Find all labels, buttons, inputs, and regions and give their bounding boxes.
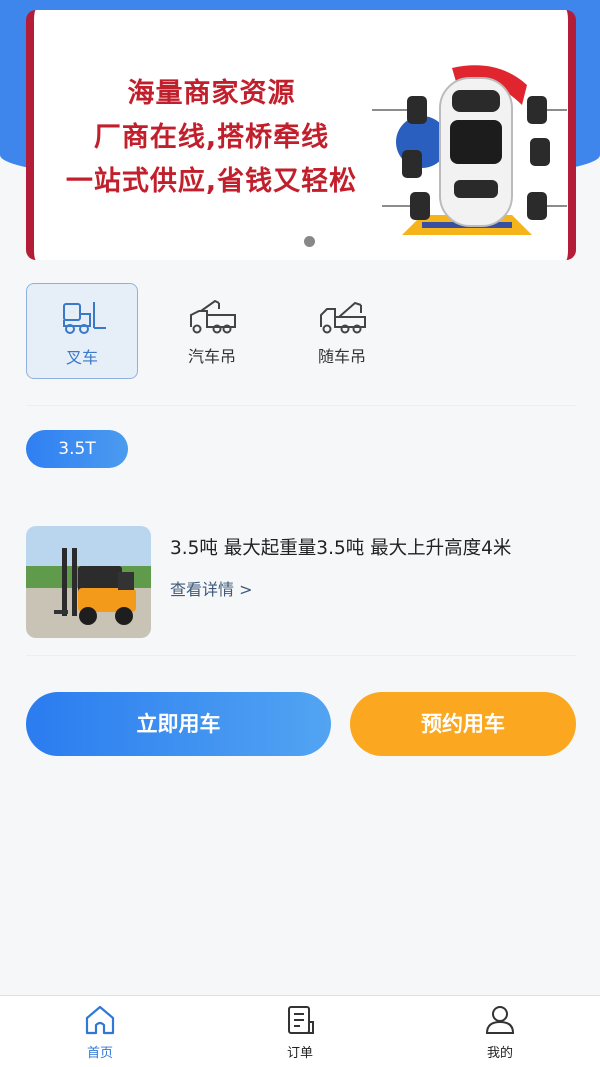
banner-text: 海量商家资源 厂商在线,搭桥牵线 一站式供应,省钱又轻松	[44, 72, 379, 204]
category-tabs: 叉车 汽车吊 随车吊	[26, 283, 576, 381]
use-now-button[interactable]: 立即用车	[26, 692, 331, 756]
banner-line-1: 海量商家资源	[127, 78, 296, 109]
home-icon	[85, 1005, 115, 1035]
forklift-photo	[26, 526, 151, 638]
profile-icon	[485, 1006, 515, 1034]
book-button[interactable]: 预约用车	[350, 692, 576, 756]
category-forklift[interactable]: 叉车	[26, 283, 138, 379]
tab-profile[interactable]: 我的	[460, 1004, 540, 1064]
truck-mounted-crane-icon	[320, 301, 366, 334]
carousel-indicator[interactable]	[304, 236, 315, 247]
banner-line-3: 一站式供应,省钱又轻松	[65, 166, 358, 197]
category-label-truck-mounted-crane: 随车吊	[317, 347, 366, 366]
category-crane-truck[interactable]: 汽车吊	[156, 283, 268, 379]
forklift-icon	[63, 302, 106, 334]
bottom-tab-bar: 首页 订单 我的	[0, 995, 600, 1067]
category-truck-mounted-crane[interactable]: 随车吊	[286, 283, 398, 379]
order-icon	[288, 1006, 314, 1034]
view-details-link[interactable]: 查看详情 >	[170, 576, 253, 600]
banner-line-2: 厂商在线,搭桥牵线	[93, 122, 330, 153]
divider	[26, 655, 576, 656]
tab-orders[interactable]: 订单	[260, 1004, 340, 1064]
crane-truck-icon	[190, 299, 236, 334]
product-title: 3.5吨 最大起重量3.5吨 最大上升高度4米	[170, 538, 512, 559]
tab-label-profile: 我的	[486, 1046, 513, 1061]
category-label-forklift: 叉车	[65, 348, 98, 367]
product-item[interactable]: 3.5吨 最大起重量3.5吨 最大上升高度4米 查看详情 >	[26, 526, 576, 638]
car-illustration-icon	[372, 65, 567, 235]
category-label-crane-truck: 汽车吊	[187, 347, 236, 366]
tab-label-orders: 订单	[286, 1046, 313, 1061]
tab-home[interactable]: 首页	[60, 1004, 140, 1064]
divider	[26, 405, 576, 406]
spec-tag[interactable]: 3.5T	[26, 430, 128, 468]
tab-label-home: 首页	[86, 1046, 113, 1061]
promo-banner[interactable]: 海量商家资源 厂商在线,搭桥牵线 一站式供应,省钱又轻松	[26, 10, 576, 260]
